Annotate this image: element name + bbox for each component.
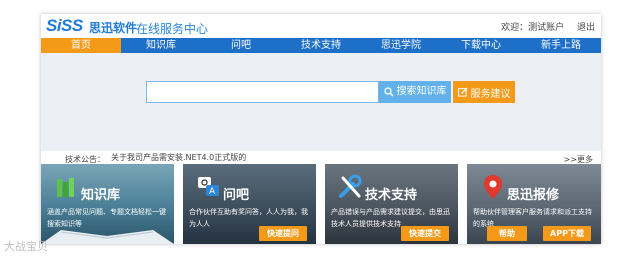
feature-cards: 知识库 涵盖产品常见问题、专题文档轻松一键搜索知识等 A 问吧 合作伙伴互助有奖… (41, 164, 601, 244)
tools-icon (339, 174, 362, 198)
watermark: 大战宝贝 (4, 240, 48, 253)
logo-text: 思迅软件 (89, 21, 138, 35)
welcome-user-link[interactable]: 欢迎：测试账户 (501, 23, 564, 33)
nav-item-tech-support[interactable]: 技术支持 (281, 38, 361, 53)
suggest-button-label: 服务建议 (470, 88, 511, 100)
card-ask[interactable]: A 问吧 合作伙伴互助有奖问答，人人为我，我为人人 快速提问 (183, 164, 316, 244)
search-input[interactable] (146, 81, 379, 103)
nav-item-ask[interactable]: 问吧 (201, 38, 281, 53)
card-repair[interactable]: 思迅报修 帮助伙伴管理客户服务请求和派工支持的系统 帮助 APP下载 (467, 164, 601, 244)
card-title: 知识库 (81, 188, 121, 203)
chat-bubbles-icon: A (198, 177, 219, 197)
nav-item-download[interactable]: 下载中心 (441, 38, 521, 53)
header: SiSS 思迅软件 在线服务中心 欢迎：测试账户 退出 (41, 14, 601, 38)
search-knowledge-button[interactable]: 搜索知识库 (379, 81, 451, 103)
card-title: 思迅报修 (507, 188, 560, 203)
logout-link[interactable]: 退出 (577, 23, 595, 33)
card-tech-support[interactable]: 技术支持 产品错误与产品需求建议提交，由思迅技术人员提供技术支持 快速提交 (325, 164, 458, 244)
card-title: 技术支持 (365, 188, 418, 203)
location-pin-icon (484, 175, 502, 199)
open-book-image (41, 230, 174, 244)
siss-logo[interactable]: SiSS (46, 16, 83, 36)
search-icon (383, 87, 393, 97)
nav-item-getting-started[interactable]: 新手上路 (521, 38, 601, 53)
main-nav: 首页 知识库 问吧 技术支持 思迅学院 下载中心 新手上路 (41, 38, 601, 53)
quick-submit-button[interactable]: 快速提交 (401, 226, 449, 241)
search-button-label: 搜索知识库 (396, 86, 447, 97)
svg-text:A: A (209, 187, 216, 197)
tagline: 在线服务中心 (136, 22, 209, 36)
app-download-button[interactable]: APP下载 (543, 226, 591, 241)
service-suggestion-button[interactable]: 服务建议 (453, 81, 515, 103)
edit-icon (457, 87, 467, 97)
search-area: 搜索知识库 服务建议 (41, 53, 601, 151)
announcement-link[interactable]: 关于我司产品需安装.NET4.0正式版的 (111, 152, 246, 163)
user-links: 欢迎：测试账户 退出 (491, 20, 595, 33)
nav-item-home[interactable]: 首页 (41, 38, 121, 53)
nav-item-knowledge-base[interactable]: 知识库 (121, 38, 201, 53)
card-knowledge-base[interactable]: 知识库 涵盖产品常见问题、专题文档轻松一键搜索知识等 (41, 164, 174, 244)
page-frame: SiSS 思迅软件 在线服务中心 欢迎：测试账户 退出 首页 知识库 问吧 技术… (41, 14, 601, 244)
nav-item-academy[interactable]: 思迅学院 (361, 38, 441, 53)
card-title: 问吧 (223, 188, 250, 203)
books-icon (57, 178, 74, 197)
quick-ask-button[interactable]: 快速提问 (259, 226, 307, 241)
help-button[interactable]: 帮助 (487, 226, 527, 241)
announcement-bar: 技术公告： 关于我司产品需安装.NET4.0正式版的 >>更多 (41, 151, 601, 165)
